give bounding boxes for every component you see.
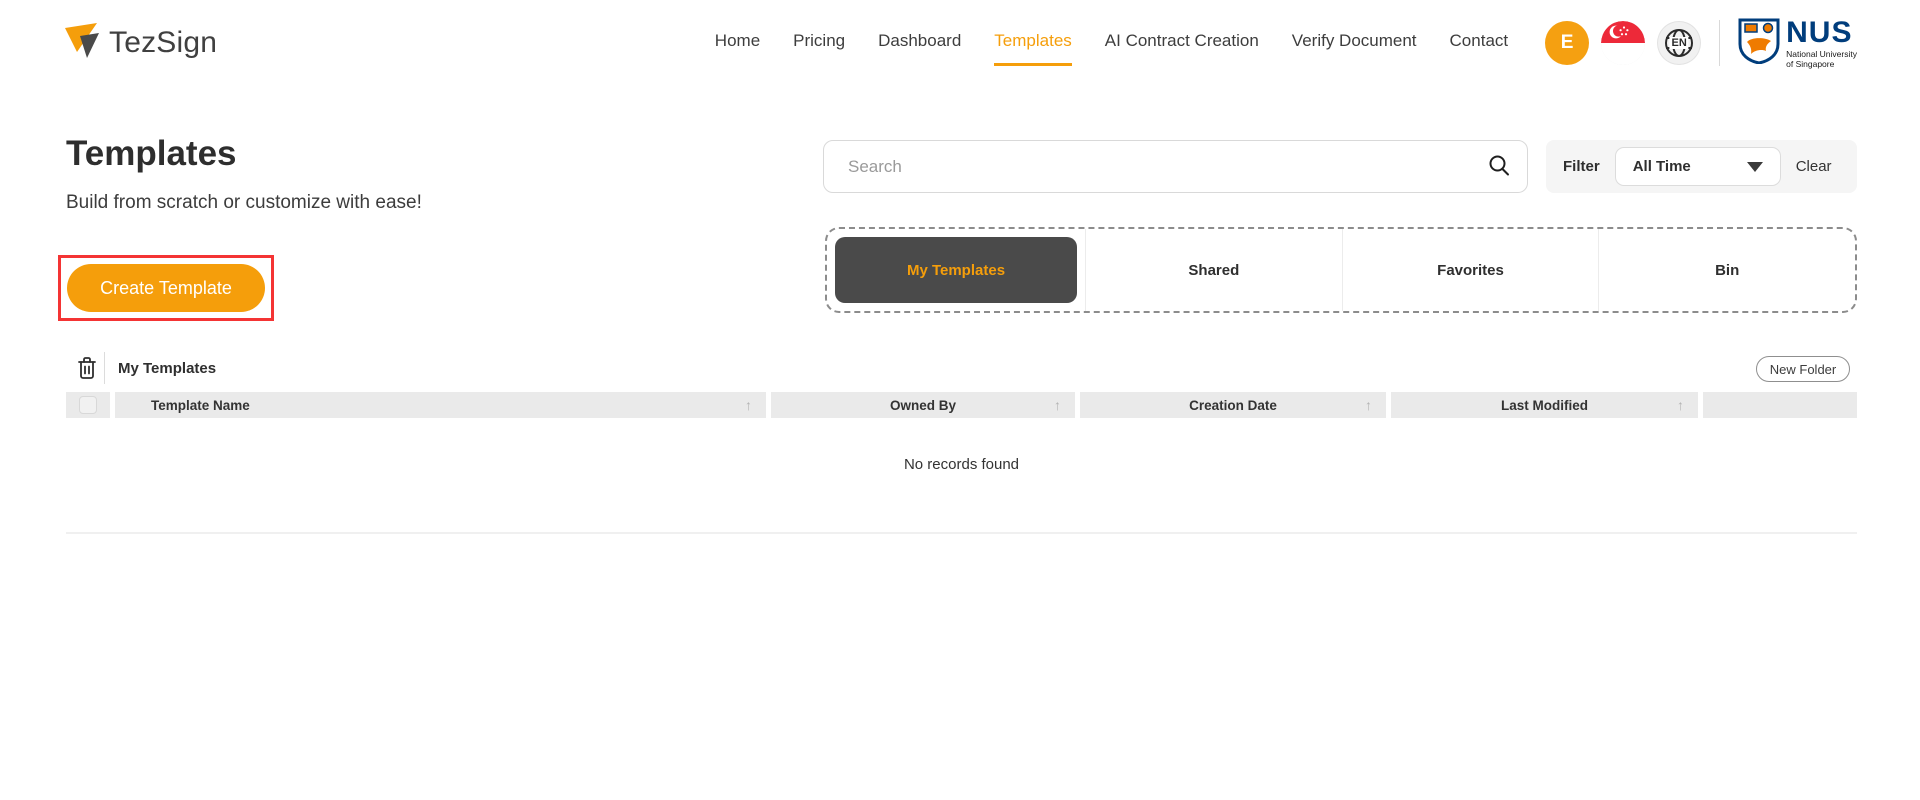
tab-bin[interactable]: Bin [1598,229,1855,311]
delete-selected-button[interactable] [72,354,102,384]
templates-page: TezSign Home Pricing Dashboard Templates… [0,0,1920,800]
tab-favorites[interactable]: Favorites [1341,229,1599,311]
search-icon [1487,153,1511,180]
tab-shared[interactable]: Shared [1085,229,1342,311]
language-globe-icon[interactable]: EN [1657,21,1702,65]
page-subtitle: Build from scratch or customize with eas… [66,192,422,213]
sort-arrow-icon[interactable]: ↑ [1677,397,1684,413]
nav-item-contact[interactable]: Contact [1450,21,1509,66]
sort-arrow-icon[interactable]: ↑ [1054,397,1061,413]
nav-item-pricing[interactable]: Pricing [793,21,845,66]
logo-text: TezSign [109,26,218,59]
content-bottom-divider [66,532,1857,534]
column-label: Owned By [889,397,956,413]
header-divider [1719,20,1721,66]
nus-name-line2: of Singapore [1786,59,1835,69]
new-folder-button[interactable]: New Folder [1756,356,1850,382]
nav-item-templates[interactable]: Templates [994,21,1072,66]
caret-down-icon [1746,161,1763,172]
empty-state-message: No records found [903,456,1020,473]
sort-arrow-icon[interactable]: ↑ [1365,397,1372,413]
singapore-flag-icon[interactable] [1601,21,1646,65]
nus-name-line1: National University [1786,48,1857,59]
nus-logo: NUS National University of Singapore [1738,15,1857,69]
search-button[interactable] [1471,141,1527,192]
search-bar [823,140,1528,193]
filter-bar: Filter All Time Clear [1546,140,1857,193]
language-label: EN [1669,37,1689,49]
column-label: Creation Date [1189,397,1277,413]
templates-table-header: Template Name ↑ Owned By ↑ Creation Date… [66,392,1857,418]
nav-item-home[interactable]: Home [715,21,760,66]
clear-filter-button[interactable]: Clear [1796,158,1832,175]
sort-arrow-icon[interactable]: ↑ [745,397,752,413]
column-creation-date[interactable]: Creation Date ↑ [1080,392,1386,418]
tab-my-templates[interactable]: My Templates [835,237,1077,303]
main-nav: Home Pricing Dashboard Templates AI Cont… [715,21,1508,66]
column-label: Template Name [151,397,250,413]
create-template-highlight-box: Create Template [58,255,274,321]
template-tabs: My Templates Shared Favorites Bin [825,227,1857,313]
trash-icon [76,356,98,383]
tezsign-logo[interactable]: TezSign [63,22,217,65]
select-all-checkbox[interactable] [79,396,97,414]
column-label: Last Modified [1501,397,1588,413]
nav-item-ai-contract-creation[interactable]: AI Contract Creation [1105,21,1259,66]
topbar-right-group: E EN NUS National University of Singapor… [1545,15,1857,69]
column-template-name[interactable]: Template Name ↑ [115,392,766,418]
page-title: Templates [66,134,237,173]
column-actions-empty [1703,392,1857,418]
list-section-title: My Templates [118,360,217,377]
time-filter-dropdown[interactable]: All Time [1614,147,1781,186]
time-filter-value: All Time [1632,158,1691,175]
filter-label: Filter [1563,158,1600,175]
search-input[interactable] [824,156,1471,177]
nus-shield-icon [1738,18,1780,69]
column-owned-by[interactable]: Owned By ↑ [771,392,1075,418]
column-last-modified[interactable]: Last Modified ↑ [1391,392,1698,418]
list-head-divider [104,352,105,384]
nus-acronym: NUS [1786,15,1853,49]
nav-item-dashboard[interactable]: Dashboard [878,21,961,66]
create-template-button[interactable]: Create Template [67,264,265,312]
user-avatar[interactable]: E [1545,21,1590,65]
tezsign-logo-icon [63,22,101,65]
nus-text-block: NUS National University of Singapore [1786,15,1857,69]
select-all-cell [66,392,110,418]
nav-item-verify-document[interactable]: Verify Document [1292,21,1417,66]
top-navigation-bar: TezSign Home Pricing Dashboard Templates… [0,0,1920,86]
